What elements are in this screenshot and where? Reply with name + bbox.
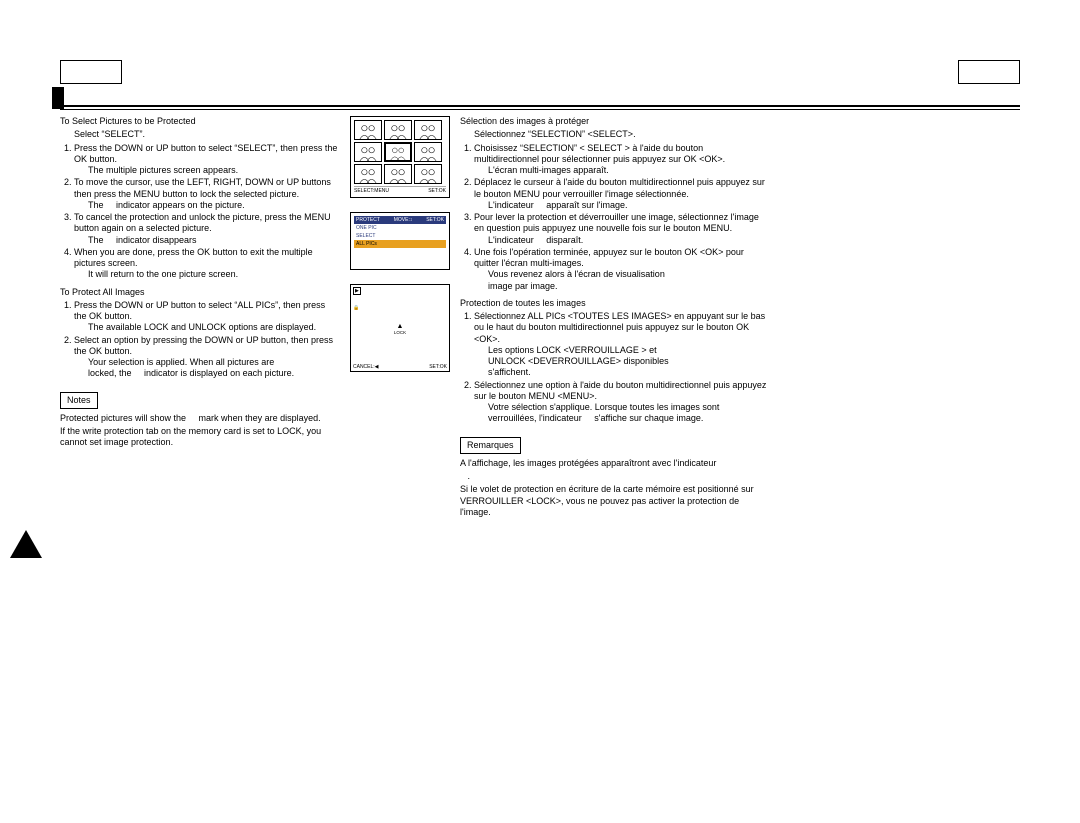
d3-footer-left: CANCEL:◀ — [353, 364, 379, 370]
fr-note-1a: A l'affichage, les images protégées appa… — [460, 458, 770, 469]
d1-footer-left: SELECT:MENU — [354, 188, 389, 194]
fr-step-1: Choisissez “SELECTION” < SELECT > à l'ai… — [474, 143, 770, 177]
header-boxes — [60, 60, 1020, 84]
warning-triangle-icon — [10, 530, 42, 558]
menu-item-onepic: ONE PIC — [354, 224, 446, 232]
column-french: Sélection des images à protéger Sélectio… — [460, 116, 770, 520]
fr-step-1-note: L'écran multi-images apparaît. — [488, 165, 770, 176]
thumb-9 — [414, 164, 442, 184]
thumb-6 — [414, 142, 442, 162]
thumb-3 — [414, 120, 442, 140]
fr-protect-all-title: Protection de toutes les images — [460, 298, 770, 309]
en-all-step-2-note-a: Your selection is applied. When all pict… — [88, 357, 340, 368]
fr-select-steps: Choisissez “SELECTION” < SELECT > à l'ai… — [460, 143, 770, 292]
fr-select-title: Sélection des images à protéger — [460, 116, 770, 127]
en-all-step-1-note: The available LOCK and UNLOCK options ar… — [88, 322, 340, 333]
fr-all-1-note-c: s'affichent. — [488, 367, 770, 378]
thumb-1 — [354, 120, 382, 140]
menu-title: PROTECT — [356, 217, 380, 223]
diagram3-footer: CANCEL:◀ SET:OK — [351, 363, 449, 371]
en-step-1: Press the DOWN or UP button to select “S… — [74, 143, 340, 177]
lock-indicator-icon: 🔒 — [353, 305, 359, 311]
thumb-2 — [384, 120, 412, 140]
fr-step-4: Une fois l'opération terminée, appuyez s… — [474, 247, 770, 292]
menu-item-select: SELECT — [354, 232, 446, 240]
d3-footer-right: SET:OK — [429, 364, 447, 370]
en-select-steps: Press the DOWN or UP button to select “S… — [60, 143, 340, 281]
fr-step-4-note-a: Vous revenez alors à l'écran de visualis… — [488, 269, 770, 280]
en-all-step-2-note-b: locked, the indicator is displayed on ea… — [88, 368, 340, 379]
fr-all-step-1: Sélectionnez ALL PICs <TOUTES LES IMAGES… — [474, 311, 770, 379]
fr-step-2: Déplacez le curseur à l'aide du bouton m… — [474, 177, 770, 211]
menu-move: MOVE:↕ — [394, 217, 413, 223]
fr-step-4-note-b: image par image. — [488, 281, 770, 292]
thumb-7 — [354, 164, 382, 184]
manual-page: To Select Pictures to be Protected Selec… — [60, 60, 1020, 700]
en-notes-label: Notes — [60, 392, 98, 409]
fr-step-3: Pour lever la protection et déverrouille… — [474, 212, 770, 246]
menu-header: PROTECT MOVE:↕ SET:OK — [354, 216, 446, 224]
fr-step-3-note: L'indicateur disparaît. — [488, 235, 770, 246]
diagram1-footer: SELECT:MENU SET:OK — [354, 186, 446, 194]
fr-all-2-note-a: Votre sélection s'applique. Lorsque tout… — [488, 402, 770, 413]
column-diagrams: SELECT:MENU SET:OK PROTECT MOVE:↕ SET:OK… — [350, 116, 450, 520]
diagram-lock: ▶ 🔒 ▲ LOCK CANCEL:◀ SET:OK — [350, 284, 450, 372]
d1-footer-right: SET:OK — [428, 188, 446, 194]
thumb-4 — [354, 142, 382, 162]
en-select-subtitle: Select “SELECT”. — [74, 129, 340, 140]
en-protect-all-steps: Press the DOWN or UP button to select “A… — [60, 300, 340, 380]
fr-note-1b: . — [460, 471, 770, 482]
fr-all-step-2: Sélectionnez une option à l'aide du bout… — [474, 380, 770, 425]
fr-note-2: Si le volet de protection en écriture de… — [460, 484, 770, 518]
en-step-3-note: The indicator disappears — [88, 235, 340, 246]
fr-notes-label: Remarques — [460, 437, 521, 454]
thumbnail-grid — [354, 120, 446, 184]
lock-label: LOCK — [351, 330, 449, 335]
lock-center: ▲ LOCK — [351, 323, 449, 335]
header-divider — [60, 105, 1020, 110]
body-columns: To Select Pictures to be Protected Selec… — [60, 116, 770, 520]
en-step-2-note: The indicator appears on the picture. — [88, 200, 340, 211]
en-step-1-note: The multiple pictures screen appears. — [88, 165, 340, 176]
fr-protect-all-steps: Sélectionnez ALL PICs <TOUTES LES IMAGES… — [460, 311, 770, 425]
en-note-1: Protected pictures will show the mark wh… — [60, 413, 340, 424]
en-step-4-note: It will return to the one picture screen… — [88, 269, 340, 280]
en-step-3: To cancel the protection and unlock the … — [74, 212, 340, 246]
en-step-2: To move the cursor, use the LEFT, RIGHT,… — [74, 177, 340, 211]
menu-set: SET:OK — [426, 217, 444, 223]
diagram-protect-menu: PROTECT MOVE:↕ SET:OK ONE PIC SELECT ALL… — [350, 212, 450, 270]
thumb-8 — [384, 164, 412, 184]
diagram-thumbnails: SELECT:MENU SET:OK — [350, 116, 450, 198]
menu-item-allpics: ALL PICs — [354, 240, 446, 248]
up-arrow-icon: ▲ — [351, 323, 449, 330]
top-box-left — [60, 60, 122, 84]
thumb-5-selected — [384, 142, 412, 162]
top-box-right — [958, 60, 1020, 84]
column-english: To Select Pictures to be Protected Selec… — [60, 116, 340, 520]
en-all-step-2: Select an option by pressing the DOWN or… — [74, 335, 340, 380]
fr-all-2-note-b: verrouillées, l'indicateur s'affiche sur… — [488, 413, 770, 424]
playback-icon: ▶ — [353, 287, 361, 295]
en-note-2: If the write protection tab on the memor… — [60, 426, 340, 449]
fr-select-subtitle: Sélectionnez “SELECTION” <SELECT>. — [474, 129, 770, 140]
fr-all-1-note-b: UNLOCK <DEVERROUILLAGE> disponibles — [488, 356, 770, 367]
en-select-title: To Select Pictures to be Protected — [60, 116, 340, 127]
en-protect-all-title: To Protect All Images — [60, 287, 340, 298]
en-all-step-1: Press the DOWN or UP button to select “A… — [74, 300, 340, 334]
fr-step-2-note: L'indicateur apparaît sur l'image. — [488, 200, 770, 211]
fr-all-1-note-a: Les options LOCK <VERROUILLAGE > et — [488, 345, 770, 356]
en-step-4: When you are done, press the OK button t… — [74, 247, 340, 281]
